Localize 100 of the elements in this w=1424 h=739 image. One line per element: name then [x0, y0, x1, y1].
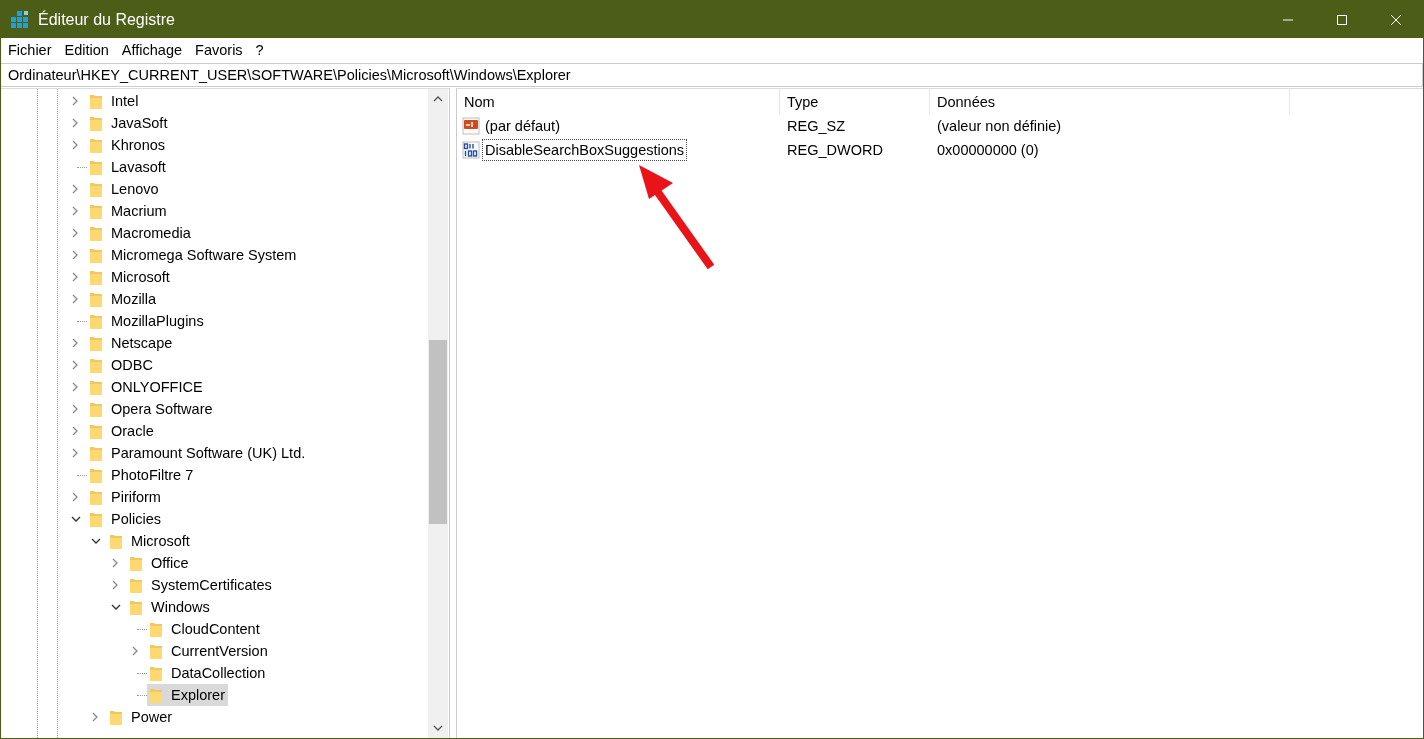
chevron-right-icon[interactable]	[71, 404, 79, 414]
folder-icon	[89, 466, 103, 484]
tree-item[interactable]: Microsoft	[87, 266, 173, 288]
folder-icon	[149, 642, 163, 660]
tree-item[interactable]: CurrentVersion	[147, 640, 271, 662]
tree-item[interactable]: Piriform	[87, 486, 164, 508]
folder-icon	[89, 92, 103, 110]
menu-item[interactable]: Fichier	[8, 42, 52, 58]
tree-item[interactable]: Windows	[127, 596, 213, 618]
menu-item[interactable]: Favoris	[195, 42, 243, 58]
scroll-down-icon[interactable]	[433, 724, 443, 732]
tree-item[interactable]: Mozilla	[87, 288, 160, 310]
tree-item[interactable]: SystemCertificates	[127, 574, 275, 596]
tree-item[interactable]: Power	[107, 706, 176, 728]
chevron-right-icon[interactable]	[71, 250, 79, 260]
folder-icon	[89, 356, 103, 374]
chevron-right-icon[interactable]	[71, 228, 79, 238]
folder-icon	[149, 686, 163, 704]
chevron-right-icon[interactable]	[71, 118, 79, 128]
folder-icon	[89, 290, 103, 308]
chevron-right-icon[interactable]	[71, 448, 79, 458]
folder-icon	[89, 378, 103, 396]
chevron-right-icon[interactable]	[71, 206, 79, 216]
tree-item[interactable]: Microsoft	[107, 530, 193, 552]
tree-item[interactable]: Intel	[87, 90, 142, 112]
scroll-up-icon[interactable]	[433, 95, 443, 103]
window-title: Éditeur du Registre	[38, 10, 175, 29]
folder-icon	[89, 488, 103, 506]
column-header[interactable]: Données	[930, 89, 1290, 114]
folder-icon	[89, 334, 103, 352]
folder-icon	[149, 664, 163, 682]
folder-icon	[109, 532, 123, 550]
registry-cubes-icon	[11, 10, 29, 29]
folder-icon	[89, 202, 103, 220]
tree-item[interactable]: Opera Software	[87, 398, 216, 420]
chevron-right-icon[interactable]	[71, 294, 79, 304]
folder-icon	[89, 224, 103, 242]
chevron-right-icon[interactable]	[91, 712, 99, 722]
chevron-right-icon[interactable]	[71, 382, 79, 392]
tree-item[interactable]: Lavasoft	[87, 156, 169, 178]
value-type: REG_SZ	[786, 118, 846, 134]
value-name[interactable]: DisableSearchBoxSuggestions	[482, 139, 688, 161]
chevron-down-icon[interactable]	[71, 515, 81, 523]
chevron-down-icon[interactable]	[111, 603, 121, 611]
scrollbar[interactable]	[428, 89, 448, 738]
tree-item[interactable]: CloudContent	[147, 618, 263, 640]
folder-icon	[89, 400, 103, 418]
scrollbar-thumb[interactable]	[429, 340, 447, 524]
menu-item[interactable]: Affichage	[121, 42, 183, 58]
chevron-right-icon[interactable]	[71, 272, 79, 282]
maximize-icon	[1336, 13, 1348, 26]
menu-item[interactable]: ?	[255, 42, 264, 58]
chevron-right-icon[interactable]	[71, 426, 79, 436]
value-data: (valeur non définie)	[936, 118, 1063, 134]
tree-item[interactable]: Macromedia	[87, 222, 194, 244]
chevron-right-icon[interactable]	[71, 492, 79, 502]
tree-item[interactable]: Netscape	[87, 332, 176, 354]
folder-icon	[89, 510, 103, 528]
tree-item[interactable]: Khronos	[87, 134, 168, 156]
chevron-right-icon[interactable]	[71, 184, 79, 194]
tree-item[interactable]: Macrium	[87, 200, 170, 222]
value-name[interactable]: (par défaut)	[482, 115, 563, 137]
chevron-right-icon[interactable]	[71, 338, 79, 348]
folder-icon	[89, 136, 103, 154]
value-data: 0x00000000 (0)	[936, 142, 1040, 158]
menu-item[interactable]: Edition	[64, 42, 109, 58]
chevron-down-icon[interactable]	[91, 537, 101, 545]
tree-item[interactable]: Explorer	[147, 684, 228, 706]
chevron-right-icon[interactable]	[131, 646, 139, 656]
folder-icon	[109, 708, 123, 726]
chevron-right-icon[interactable]	[71, 140, 79, 150]
tree-item[interactable]: ODBC	[87, 354, 156, 376]
address-bar[interactable]: Ordinateur\HKEY_CURRENT_USER\SOFTWARE\Policies\Microsoft\Windows\Explorer	[1, 63, 1423, 87]
folder-icon	[89, 444, 103, 462]
tree-item[interactable]: Paramount Software (UK) Ltd.	[87, 442, 309, 464]
folder-icon	[89, 268, 103, 286]
folder-icon	[89, 180, 103, 198]
column-header[interactable]: Nom	[457, 89, 780, 114]
chevron-right-icon[interactable]	[71, 360, 79, 370]
tree-item[interactable]: Lenovo	[87, 178, 162, 200]
folder-icon	[89, 312, 103, 330]
chevron-right-icon[interactable]	[111, 580, 119, 590]
folder-icon	[89, 114, 103, 132]
tree-item[interactable]: Oracle	[87, 420, 157, 442]
tree-item[interactable]: Micromega Software System	[87, 244, 300, 266]
tree-item[interactable]: MozillaPlugins	[87, 310, 207, 332]
tree-item[interactable]: Office	[127, 552, 192, 574]
value-type: REG_DWORD	[786, 142, 884, 158]
column-header[interactable]: Type	[780, 89, 930, 114]
tree-item[interactable]: ONLYOFFICE	[87, 376, 206, 398]
chevron-right-icon[interactable]	[71, 96, 79, 106]
folder-icon	[149, 620, 163, 638]
binary-value-icon	[462, 141, 480, 159]
tree-item[interactable]: PhotoFiltre 7	[87, 464, 197, 486]
tree-item[interactable]: Policies	[87, 508, 164, 530]
folder-icon	[89, 422, 103, 440]
folder-icon	[129, 554, 143, 572]
tree-item[interactable]: JavaSoft	[87, 112, 171, 134]
tree-item[interactable]: DataCollection	[147, 662, 269, 684]
chevron-right-icon[interactable]	[111, 558, 119, 568]
